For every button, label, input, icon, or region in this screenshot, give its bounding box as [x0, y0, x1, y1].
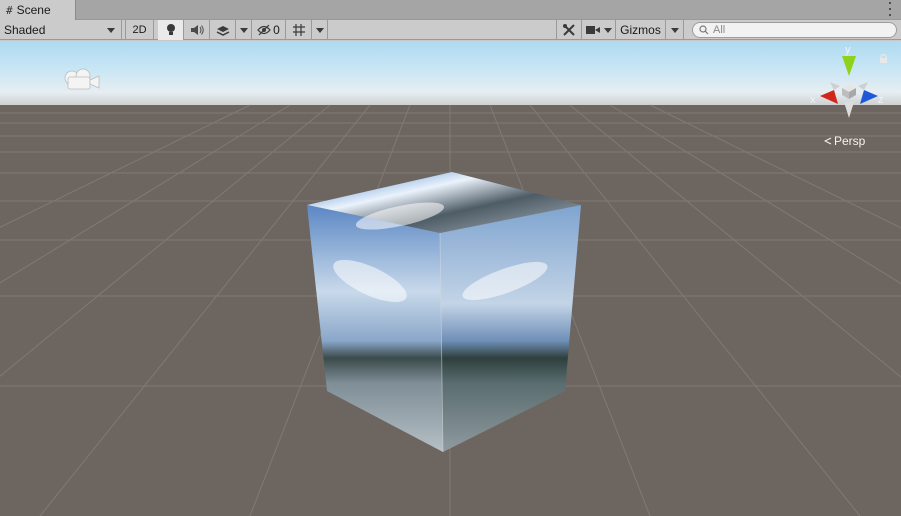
draw-mode-label: Shaded	[4, 23, 46, 37]
gizmos-label: Gizmos	[620, 23, 661, 37]
y-axis-handle	[842, 56, 856, 76]
lighting-icon	[166, 24, 175, 35]
projection-label: Persp	[834, 134, 866, 148]
tab-strip: # Scene	[0, 0, 901, 20]
x-axis-handle	[820, 90, 838, 104]
scene-toolbar: Shaded 2D 0 Gizmos All	[0, 20, 901, 40]
audio-icon	[190, 25, 204, 35]
hidden-count: 0	[273, 23, 280, 37]
chevron-down-icon	[670, 27, 679, 33]
projection-toggle[interactable]: Persp	[824, 134, 865, 148]
tab-scene[interactable]: # Scene	[0, 0, 76, 20]
chevron-left-icon	[824, 137, 832, 145]
effects-dropdown[interactable]	[236, 20, 252, 40]
scene-visibility-button[interactable]: 0	[252, 20, 286, 40]
gizmos-button[interactable]: Gizmos	[616, 20, 666, 40]
2d-toggle-button[interactable]: 2D	[126, 20, 154, 40]
chevron-down-icon	[603, 27, 612, 33]
grid-toggle-button[interactable]	[286, 20, 312, 40]
gizmo-z-label: z	[878, 94, 884, 106]
gizmo-x-label: x	[810, 94, 816, 106]
search-icon	[699, 25, 709, 35]
grid-icon	[292, 24, 305, 36]
skybox-cube[interactable]	[0, 41, 901, 516]
effects-toggle-button[interactable]	[210, 20, 236, 40]
camera-settings-button[interactable]	[582, 20, 616, 40]
tools-icon	[563, 24, 575, 36]
orientation-gizmo[interactable]: y x z	[808, 44, 888, 126]
gizmo-y-label: y	[845, 44, 851, 56]
draw-mode-dropdown[interactable]: Shaded	[0, 20, 122, 40]
cube-right-face	[440, 205, 581, 452]
search-input[interactable]: All	[692, 22, 897, 38]
z-axis-handle	[860, 90, 878, 104]
search-placeholder: All	[713, 24, 726, 36]
chevron-down-icon	[107, 28, 115, 33]
camera-icon	[585, 26, 600, 34]
2d-label: 2D	[132, 24, 147, 36]
grid-dropdown[interactable]	[312, 20, 328, 40]
tools-button[interactable]	[556, 20, 582, 40]
chevron-down-icon	[315, 27, 324, 33]
scene-camera-icon[interactable]	[62, 66, 102, 92]
kebab-menu-icon[interactable]	[887, 2, 893, 16]
effects-icon	[216, 26, 229, 36]
hash-icon: #	[6, 3, 13, 17]
visibility-icon	[257, 24, 271, 36]
chevron-down-icon	[239, 27, 248, 33]
tab-scene-label: Scene	[16, 3, 51, 17]
audio-toggle-button[interactable]	[184, 20, 210, 40]
cube-left-face	[307, 205, 443, 452]
lighting-toggle-button[interactable]	[158, 20, 184, 40]
gizmos-dropdown[interactable]	[666, 20, 684, 40]
scene-viewport[interactable]: y x z Persp	[0, 41, 901, 516]
